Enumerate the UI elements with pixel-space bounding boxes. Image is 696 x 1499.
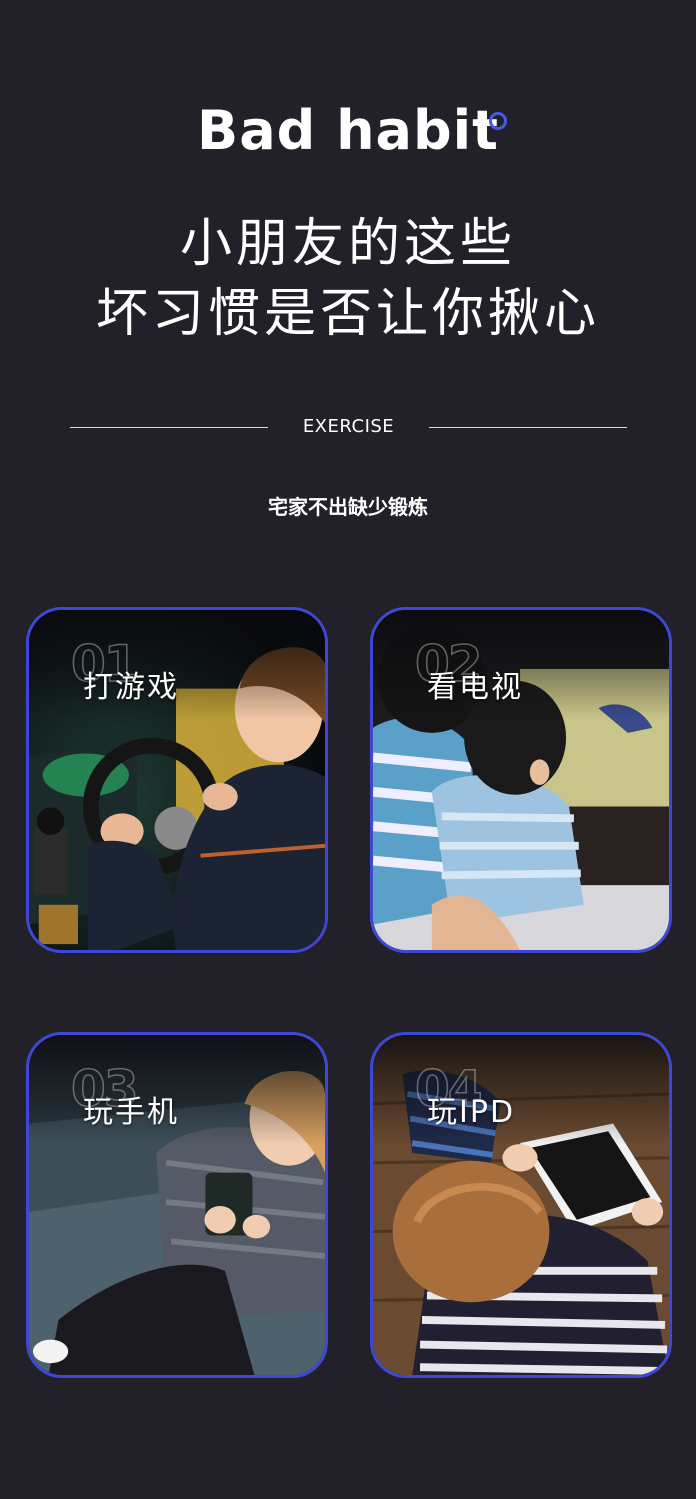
- divider-right: [429, 427, 627, 428]
- card-label: 看电视: [427, 670, 523, 705]
- card-label: 玩IPD: [427, 1095, 516, 1130]
- habit-card-gaming: 01 打游戏: [26, 607, 328, 953]
- card-label: 打游戏: [83, 670, 179, 705]
- divider-left: [70, 427, 268, 428]
- headline-line-2: 坏习惯是否让你揪心: [95, 284, 600, 344]
- section-subtitle: 宅家不出缺少锻炼: [268, 495, 428, 519]
- headline-line-1: 小朋友的这些: [179, 214, 516, 274]
- habit-card-tablet: 04 玩IPD: [370, 1032, 672, 1378]
- habit-card-phone: 03 玩手机: [26, 1032, 328, 1378]
- page-title: Bad habit: [197, 99, 499, 162]
- habit-card-tv: 02 看电视: [370, 607, 672, 953]
- card-label: 玩手机: [83, 1095, 179, 1130]
- title-dot-icon: [489, 112, 507, 130]
- section-label: EXERCISE: [302, 416, 395, 437]
